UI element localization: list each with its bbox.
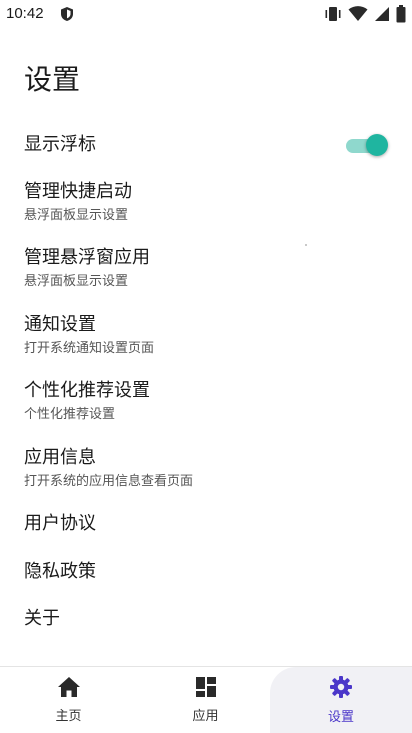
settings-item-quick-launch[interactable]: 管理快捷启动 悬浮面板显示设置 xyxy=(24,181,388,224)
settings-item-app-info[interactable]: 应用信息 打开系统的应用信息查看页面 xyxy=(24,447,388,490)
nav-home[interactable]: 主页 xyxy=(0,667,137,733)
bottom-nav: 主页 应用 设置 xyxy=(0,666,412,733)
toggle-thumb xyxy=(366,134,388,156)
item-title: 隐私政策 xyxy=(24,561,96,582)
item-subtitle: 个性化推荐设置 xyxy=(24,407,116,422)
item-title: 通知设置 xyxy=(24,314,96,335)
settings-item-user-agreement[interactable]: 用户协议 xyxy=(24,513,388,535)
home-icon xyxy=(57,676,81,702)
settings-item-personalized[interactable]: 个性化推荐设置 个性化推荐设置 xyxy=(24,380,388,423)
float-toggle-label: 显示浮标 xyxy=(24,134,96,155)
float-toggle-switch[interactable] xyxy=(342,134,388,156)
shield-icon xyxy=(60,6,74,26)
vibrate-icon xyxy=(324,6,342,26)
settings-item-notifications[interactable]: 通知设置 打开系统通知设置页面 xyxy=(24,314,388,357)
nav-settings[interactable]: 设置 xyxy=(270,667,412,733)
item-subtitle: 悬浮面板显示设置 xyxy=(24,274,129,289)
settings-item-about[interactable]: 关于 xyxy=(24,608,388,630)
item-title: 用户协议 xyxy=(24,513,96,534)
faint-dot xyxy=(305,244,307,246)
item-title: 管理悬浮窗应用 xyxy=(24,247,150,268)
page-title: 设置 xyxy=(24,63,81,96)
status-time: 10:42 xyxy=(6,5,44,22)
dashboard-icon xyxy=(195,676,217,702)
nav-home-label: 主页 xyxy=(55,709,82,724)
settings-item-floating-apps[interactable]: 管理悬浮窗应用 悬浮面板显示设置 xyxy=(24,247,388,290)
nav-settings-label: 设置 xyxy=(327,710,354,725)
item-subtitle: 悬浮面板显示设置 xyxy=(24,208,129,223)
item-title: 个性化推荐设置 xyxy=(24,380,150,401)
item-title: 关于 xyxy=(24,608,60,629)
item-title: 应用信息 xyxy=(24,447,96,468)
item-subtitle: 打开系统的应用信息查看页面 xyxy=(24,474,194,489)
battery-icon xyxy=(396,5,406,27)
gear-icon xyxy=(329,675,353,703)
status-bar: 10:42 xyxy=(0,0,412,30)
nav-apps-label: 应用 xyxy=(192,709,219,724)
item-subtitle: 打开系统通知设置页面 xyxy=(24,341,155,356)
nav-apps[interactable]: 应用 xyxy=(137,667,274,733)
float-toggle-row[interactable]: 显示浮标 xyxy=(24,134,388,156)
item-title: 管理快捷启动 xyxy=(24,181,132,202)
signal-icon xyxy=(374,6,390,26)
settings-item-privacy[interactable]: 隐私政策 xyxy=(24,561,388,583)
wifi-icon xyxy=(348,6,368,26)
